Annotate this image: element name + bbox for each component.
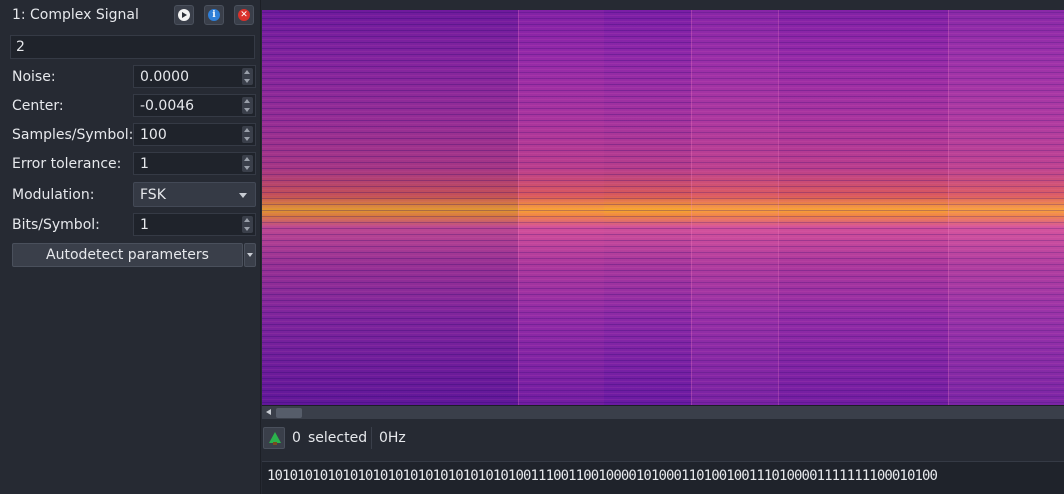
signal-header: 1: Complex Signal i ✕ [0,0,261,32]
selected-label: selected [308,430,368,446]
spectrogram-band [778,10,948,405]
spectrogram-band [518,10,604,405]
spectrogram-edge [518,10,519,405]
samples-per-symbol-value: 100 [140,127,167,143]
modulation-value: FSK [140,187,166,203]
selection-bar: 0 selected 0Hz 1010101010101010101010101… [262,419,1064,494]
chevron-down-icon [239,193,247,198]
show-selection-button[interactable] [263,427,285,449]
bits-per-symbol-label: Bits/Symbol: [12,217,100,233]
play-button[interactable] [174,5,194,25]
center-value: -0.0046 [140,98,195,114]
signal-name: Complex Signal [30,7,139,23]
bits-per-symbol-spinbox[interactable]: 1 [133,213,256,236]
spectrogram-edge [778,10,779,405]
spin-arrows-icon[interactable] [242,216,253,233]
spectrogram-band [691,10,778,405]
info-icon: i [208,9,220,21]
noise-value: 0.0000 [140,69,189,85]
info-button[interactable]: i [204,5,224,25]
autodetect-options-button[interactable] [244,243,256,267]
frequency-readout: 0Hz [379,430,406,446]
close-signal-button[interactable]: ✕ [234,5,254,25]
spin-arrows-icon[interactable] [242,68,253,85]
bits-per-symbol-value: 1 [140,217,149,233]
signal-index: 1: [12,7,26,23]
divider [371,427,372,449]
spin-arrows-icon[interactable] [242,126,253,143]
horizontal-scrollbar[interactable] [262,405,1064,419]
spectrogram-band [948,10,1064,405]
error-tolerance-label: Error tolerance: [12,156,122,172]
signal-parameter-panel: 1: Complex Signal i ✕ 2 Noise: 0.0000 Ce… [0,0,261,494]
error-tolerance-value: 1 [140,156,149,172]
modulation-label: Modulation: [12,187,95,203]
spin-arrows-icon[interactable] [242,155,253,172]
spectrogram-band [262,10,518,405]
tree-icon [269,432,281,445]
center-label: Center: [12,98,64,114]
center-spinbox[interactable]: -0.0046 [133,94,256,117]
samples-per-symbol-spinbox[interactable]: 100 [133,123,256,146]
noise-label: Noise: [12,69,56,85]
spectrogram-view[interactable] [262,10,1064,405]
signal-name-field[interactable]: 2 [10,35,255,59]
spin-arrows-icon[interactable] [242,97,253,114]
play-icon [178,9,190,21]
noise-spinbox[interactable]: 0.0000 [133,65,256,88]
selected-count: 0 [292,430,301,446]
samples-per-symbol-label: Samples/Symbol: [12,127,134,143]
modulation-select[interactable]: FSK [133,182,256,207]
spectrogram-edge [691,10,692,405]
error-tolerance-spinbox[interactable]: 1 [133,152,256,175]
spectrogram-edge [948,10,949,405]
autodetect-parameters-button[interactable]: Autodetect parameters [12,243,243,267]
demodulated-bits-view[interactable]: 1010101010101010101010101010101010011100… [262,461,1064,494]
close-icon: ✕ [238,9,250,21]
scrollbar-thumb[interactable] [276,408,302,418]
scroll-left-icon[interactable] [266,409,271,415]
